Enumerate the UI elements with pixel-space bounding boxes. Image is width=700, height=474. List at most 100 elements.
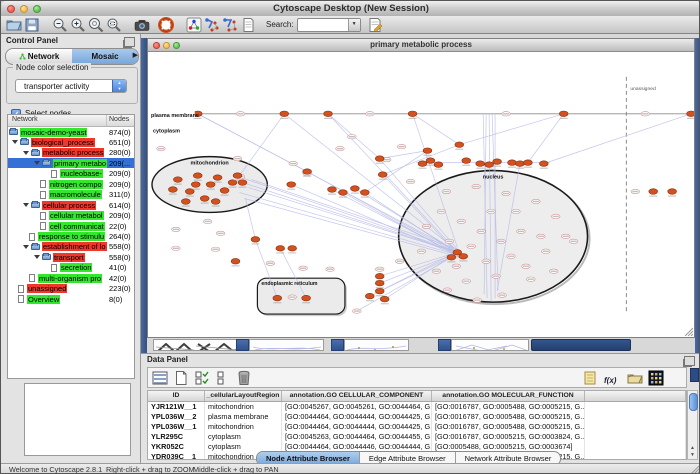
help-lifering-icon[interactable] bbox=[158, 17, 174, 33]
graph-node[interactable] bbox=[462, 158, 471, 164]
graph-node[interactable] bbox=[508, 160, 517, 166]
graph-node[interactable] bbox=[459, 253, 468, 259]
annotation-page-icon[interactable] bbox=[240, 17, 256, 33]
scroll-up-icon[interactable]: ▲ bbox=[688, 445, 697, 452]
graph-node[interactable] bbox=[539, 161, 548, 167]
delete-attributes-icon[interactable] bbox=[236, 370, 252, 386]
tree-row[interactable]: establishment of lo558(0) bbox=[8, 242, 134, 252]
create-network-icon[interactable] bbox=[204, 17, 220, 33]
graph-node[interactable] bbox=[485, 162, 494, 168]
column-header[interactable]: annotation.GO MOLECULAR_FUNCTION bbox=[432, 391, 585, 401]
graph-node[interactable] bbox=[559, 111, 568, 117]
tab-network[interactable]: Network bbox=[6, 49, 72, 64]
graph-node[interactable] bbox=[455, 142, 464, 148]
tree-row[interactable]: response to stimulu264(0) bbox=[8, 232, 134, 242]
graph-node[interactable] bbox=[251, 237, 260, 243]
matrix-view-icon[interactable] bbox=[648, 370, 664, 386]
graph-node[interactable] bbox=[193, 173, 202, 179]
destroy-network-icon[interactable] bbox=[222, 17, 238, 33]
stepper-arrows-icon[interactable]: ▲▼ bbox=[112, 80, 126, 92]
graph-node[interactable] bbox=[360, 190, 369, 196]
graph-node[interactable] bbox=[173, 177, 182, 183]
graph-node[interactable] bbox=[211, 199, 220, 205]
disclosure-triangle-icon[interactable] bbox=[34, 161, 40, 165]
scrollbar-thumb[interactable] bbox=[689, 393, 698, 411]
column-header[interactable] bbox=[585, 391, 686, 401]
disclosure-triangle-icon[interactable] bbox=[23, 245, 29, 249]
graph-node[interactable] bbox=[447, 254, 456, 260]
graph-node[interactable] bbox=[200, 196, 209, 202]
minimized-window-icon[interactable] bbox=[438, 339, 451, 351]
network-canvas[interactable]: plasma membranecytoplasmmitochondrionnuc… bbox=[148, 52, 694, 337]
tree-row[interactable]: biological_process651(0) bbox=[8, 137, 134, 147]
close-icon[interactable] bbox=[153, 42, 160, 49]
tab-overflow-arrow[interactable]: ▶ bbox=[133, 51, 138, 59]
maximize-icon[interactable] bbox=[173, 42, 180, 49]
disclosure-triangle-icon[interactable] bbox=[34, 255, 40, 259]
graph-node[interactable] bbox=[350, 186, 359, 192]
tree-row[interactable]: nitrogen compo209(0) bbox=[8, 179, 134, 189]
graph-node[interactable] bbox=[476, 161, 485, 167]
attribute-table[interactable]: ID_cellularLayoutRegionannotation.GO CEL… bbox=[147, 390, 687, 460]
birdseye-view[interactable] bbox=[24, 383, 131, 456]
tree-row[interactable]: mosaic-demo-yeast874(0) bbox=[8, 127, 134, 137]
float-panel-icon[interactable] bbox=[684, 356, 695, 366]
tree-row[interactable]: transport558(0) bbox=[8, 252, 134, 262]
graph-node[interactable] bbox=[324, 111, 333, 117]
table-row[interactable]: YLR295Ccytoplasm[GO:0045263, GO:0044464,… bbox=[148, 432, 686, 442]
graph-node[interactable] bbox=[328, 187, 337, 193]
zoom-in-icon[interactable] bbox=[70, 17, 86, 33]
zoom-selected-icon[interactable] bbox=[106, 17, 122, 33]
tree-row[interactable]: secretion41(0) bbox=[8, 263, 134, 273]
graph-node[interactable] bbox=[434, 162, 443, 168]
graph-node[interactable] bbox=[524, 160, 533, 166]
tree-header[interactable]: Network Nodes bbox=[8, 115, 134, 127]
tree-row[interactable]: nucleobase-209(0) bbox=[8, 169, 134, 179]
unselect-attributes-icon[interactable] bbox=[215, 370, 231, 386]
tree-row[interactable]: cell communicat22(0) bbox=[8, 221, 134, 231]
tree-row[interactable]: primary metabo209(... bbox=[8, 158, 134, 168]
zoom-fit-icon[interactable] bbox=[88, 17, 104, 33]
table-header-row[interactable]: ID_cellularLayoutRegionannotation.GO CEL… bbox=[148, 391, 686, 402]
open-icon[interactable] bbox=[6, 17, 22, 33]
tree-row[interactable]: Overview8(0) bbox=[8, 294, 134, 304]
disclosure-triangle-icon[interactable] bbox=[12, 140, 18, 144]
minimized-window-2[interactable] bbox=[344, 339, 409, 351]
disclosure-triangle-icon[interactable] bbox=[23, 203, 29, 207]
table-row[interactable]: YPL036W__1mitochondrion[GO:0044464, GO:0… bbox=[148, 422, 686, 432]
graph-node[interactable] bbox=[493, 159, 502, 165]
table-scrollbar[interactable]: ▲ ▼ bbox=[687, 390, 698, 460]
float-panel-icon[interactable] bbox=[124, 37, 135, 47]
graph-node[interactable] bbox=[375, 288, 384, 294]
network-graph[interactable]: plasma membranecytoplasmmitochondrionnuc… bbox=[148, 52, 694, 337]
graph-node[interactable] bbox=[375, 273, 384, 279]
graph-node[interactable] bbox=[213, 175, 222, 181]
tab-mosaic[interactable]: Mosaic bbox=[72, 49, 138, 64]
column-header[interactable]: ID bbox=[148, 391, 205, 401]
vizmapper-icon[interactable] bbox=[186, 17, 202, 33]
graph-node[interactable] bbox=[408, 111, 417, 117]
graph-node[interactable] bbox=[168, 187, 177, 193]
graph-node[interactable] bbox=[423, 148, 432, 154]
minimize-icon[interactable] bbox=[163, 42, 170, 49]
camera-icon[interactable] bbox=[134, 17, 150, 33]
minimized-window-icon[interactable] bbox=[331, 339, 344, 351]
zoom-button[interactable] bbox=[33, 5, 41, 13]
graph-node[interactable] bbox=[238, 180, 247, 186]
table-row[interactable]: YPL036W__2plasma membrane[GO:0044464, GO… bbox=[148, 412, 686, 422]
scroll-down-icon[interactable]: ▼ bbox=[688, 452, 697, 459]
graph-node[interactable] bbox=[380, 296, 389, 302]
graph-node[interactable] bbox=[276, 246, 285, 252]
graph-node[interactable] bbox=[375, 280, 384, 286]
graph-node[interactable] bbox=[516, 161, 525, 167]
tree-row[interactable]: multi-organism pro42(0) bbox=[8, 273, 134, 283]
column-header[interactable]: _cellularLayoutRegion bbox=[205, 391, 282, 401]
tree-row[interactable]: unassigned223(0) bbox=[8, 284, 134, 294]
graph-node[interactable] bbox=[220, 188, 229, 194]
graph-node[interactable] bbox=[181, 199, 190, 205]
save-icon[interactable] bbox=[24, 17, 40, 33]
resize-grip-icon[interactable] bbox=[684, 327, 693, 336]
graph-node[interactable] bbox=[365, 293, 374, 299]
graph-node[interactable] bbox=[191, 182, 200, 188]
column-header[interactable]: annotation.GO CELLULAR_COMPONENT bbox=[282, 391, 432, 401]
